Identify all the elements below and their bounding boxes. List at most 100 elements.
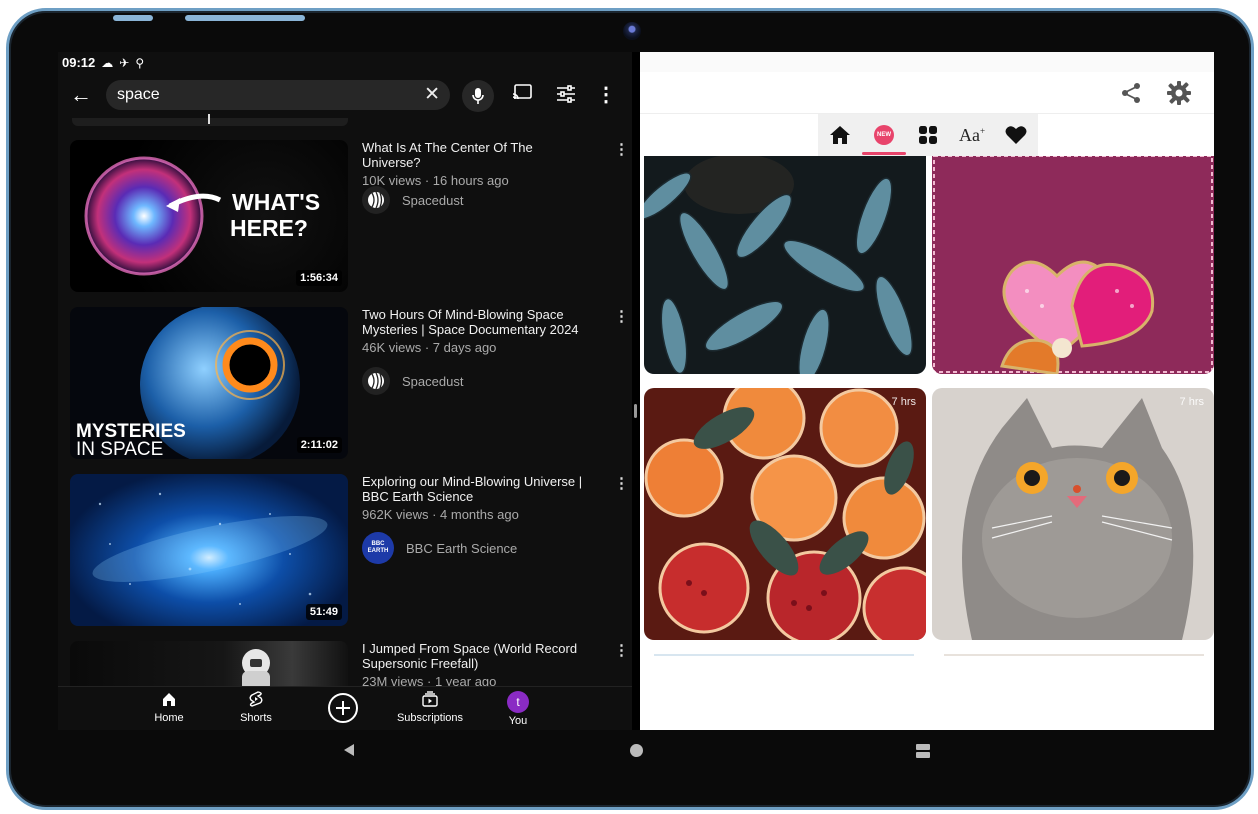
video-item[interactable]: I Jumped From Space (World Record Supers… xyxy=(70,641,630,686)
nav-label: Shorts xyxy=(240,712,272,724)
nav-home[interactable]: Home xyxy=(154,691,184,724)
channel-name: Spacedust xyxy=(402,192,464,208)
status-time: 09:12 xyxy=(62,55,96,70)
hardware-button xyxy=(185,15,305,21)
filter-icon[interactable] xyxy=(556,84,576,104)
bottom-navigation: Home Shorts Subscriptions t You xyxy=(58,686,632,730)
channel-row[interactable]: BBC EARTH BBC Earth Science xyxy=(362,532,517,564)
search-row: ← space ✕ ⋮ xyxy=(58,78,632,114)
clear-icon[interactable]: ✕ xyxy=(424,83,440,106)
mic-button[interactable] xyxy=(462,80,494,112)
share-icon[interactable] xyxy=(1120,82,1142,104)
weather-icon: ☁ xyxy=(101,55,114,70)
video-info: Two Hours Of Mind-Blowing Space Mysterie… xyxy=(362,307,592,355)
new-badge-icon: NEW xyxy=(874,125,894,145)
nav-subscriptions[interactable]: Subscriptions xyxy=(394,691,466,724)
video-thumbnail[interactable] xyxy=(70,641,348,686)
gear-icon[interactable] xyxy=(1166,80,1192,106)
video-more-icon[interactable]: ⋮ xyxy=(614,641,629,659)
mic-icon xyxy=(472,88,484,104)
shorts-icon xyxy=(249,691,263,707)
video-info: What Is At The Center Of The Universe? 1… xyxy=(362,140,592,188)
more-options-icon[interactable]: ⋮ xyxy=(596,82,616,107)
video-title[interactable]: Exploring our Mind-Blowing Universe | BB… xyxy=(362,474,592,504)
channel-row[interactable]: Spacedust xyxy=(362,367,463,395)
video-info: I Jumped From Space (World Record Supers… xyxy=(362,641,592,686)
nav-label: Home xyxy=(154,712,184,724)
channel-avatar[interactable] xyxy=(362,367,390,395)
tab-new[interactable]: NEW xyxy=(870,122,898,148)
active-tab-indicator xyxy=(862,152,906,155)
wallpaper-image xyxy=(932,388,1214,640)
video-title[interactable]: What Is At The Center Of The Universe? xyxy=(362,140,592,170)
video-meta: 23M views · 1 year ago xyxy=(362,674,497,686)
duration-badge: 2:11:02 xyxy=(296,437,342,453)
front-camera xyxy=(623,22,641,40)
bbc-earth-logo-text: BBC xyxy=(371,541,385,547)
video-thumbnail[interactable]: MYSTERIES IN SPACE 2:11:02 xyxy=(70,307,348,459)
bbc-earth-logo-text: EARTH xyxy=(367,548,389,554)
wallpaper-tile[interactable]: 7 hrs xyxy=(644,388,926,640)
video-thumbnail[interactable]: 51:49 xyxy=(70,474,348,626)
wallpaper-tile[interactable] xyxy=(932,156,1214,374)
previous-item-tick xyxy=(208,114,210,124)
next-row-edge xyxy=(944,654,1204,656)
video-title[interactable]: I Jumped From Space (World Record Supers… xyxy=(362,641,592,671)
next-row-edge xyxy=(654,654,914,656)
font-icon: Aa+ xyxy=(958,124,986,145)
grid-icon xyxy=(919,126,937,144)
thumbnail-text: IN SPACE xyxy=(76,439,163,459)
heart-icon xyxy=(1005,126,1027,144)
wallpaper-tile[interactable]: 7 hrs xyxy=(932,388,1214,640)
video-more-icon[interactable]: ⋮ xyxy=(614,307,629,325)
previous-item-edge xyxy=(72,118,348,126)
nav-you[interactable]: t You xyxy=(504,691,532,727)
channel-row[interactable]: Spacedust xyxy=(362,186,463,214)
video-meta: 962K views · 4 months ago xyxy=(362,507,519,522)
tab-favorites[interactable] xyxy=(1002,122,1030,148)
time-badge: 7 hrs xyxy=(1179,396,1204,408)
recents-nav-icon[interactable] xyxy=(915,743,931,759)
tab-fonts[interactable]: Aa+ xyxy=(958,122,986,148)
tab-home[interactable] xyxy=(826,122,854,148)
home-icon xyxy=(830,126,850,144)
channel-name: BBC Earth Science xyxy=(406,540,518,556)
wallpaper-image xyxy=(932,156,1214,374)
channel-name: Spacedust xyxy=(402,373,464,389)
spacedust-logo-icon xyxy=(368,191,384,209)
notification-icon: ✈ xyxy=(119,55,130,70)
channel-avatar[interactable] xyxy=(362,186,390,214)
video-item[interactable]: WHAT'S HERE? 1:56:34 What Is At The Cent… xyxy=(70,140,630,296)
tab-categories[interactable] xyxy=(914,122,942,148)
video-info: Exploring our Mind-Blowing Universe | BB… xyxy=(362,474,592,522)
nav-shorts[interactable]: Shorts xyxy=(236,691,276,724)
nav-label: Subscriptions xyxy=(396,712,464,724)
status-bar: 09:12 ☁ ✈ ⚲ xyxy=(62,55,144,70)
thumbnail-text: HERE? xyxy=(230,215,308,241)
app-status-strip xyxy=(640,52,1214,72)
create-button[interactable] xyxy=(328,693,358,723)
thumbnail-art xyxy=(92,492,328,605)
video-item[interactable]: 51:49 Exploring our Mind-Blowing Univers… xyxy=(70,474,630,630)
home-nav-icon[interactable] xyxy=(630,744,643,757)
video-thumbnail[interactable]: WHAT'S HERE? 1:56:34 xyxy=(70,140,348,292)
app-header xyxy=(640,72,1214,114)
back-nav-icon[interactable] xyxy=(342,743,356,757)
video-title[interactable]: Two Hours Of Mind-Blowing Space Mysterie… xyxy=(362,307,592,337)
split-screen-handle[interactable] xyxy=(634,404,637,418)
video-more-icon[interactable]: ⋮ xyxy=(614,474,629,492)
avatar: t xyxy=(507,691,529,713)
search-icon: ⚲ xyxy=(135,55,145,70)
wallpaper-image xyxy=(644,156,926,374)
video-item[interactable]: MYSTERIES IN SPACE 2:11:02 Two Hours Of … xyxy=(70,307,630,463)
back-arrow-icon[interactable]: ← xyxy=(70,82,92,108)
subscriptions-icon xyxy=(422,691,438,707)
cast-icon[interactable] xyxy=(512,84,532,100)
nav-label: You xyxy=(508,715,528,727)
spacedust-logo-icon xyxy=(368,372,384,390)
search-input[interactable]: space ✕ xyxy=(106,80,450,110)
thumbnail-art xyxy=(242,649,270,686)
channel-avatar[interactable]: BBC EARTH xyxy=(362,532,394,564)
video-more-icon[interactable]: ⋮ xyxy=(614,140,629,158)
wallpaper-tile[interactable] xyxy=(644,156,926,374)
